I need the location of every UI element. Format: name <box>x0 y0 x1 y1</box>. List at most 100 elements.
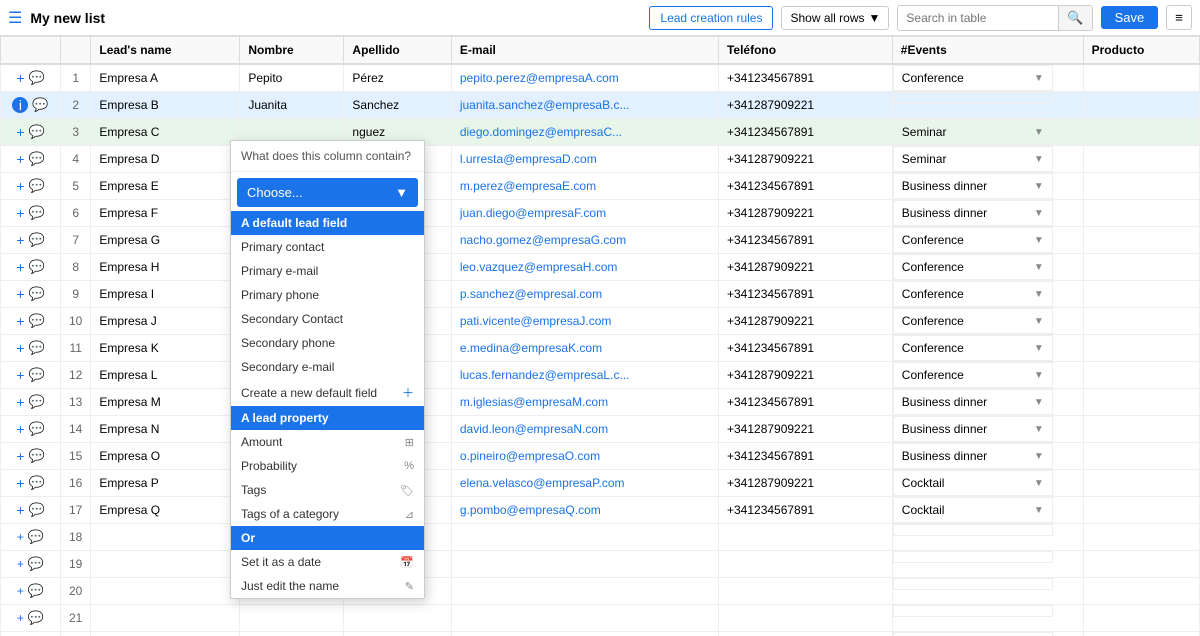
producto-cell[interactable] <box>1083 200 1199 227</box>
events-cell[interactable]: Conference▼ <box>893 254 1053 280</box>
email-cell[interactable]: pati.vicente@empresaJ.com <box>451 308 718 335</box>
producto-cell[interactable] <box>1083 605 1199 632</box>
telefono-cell[interactable]: +341287909221 <box>718 146 892 173</box>
info-icon[interactable]: i <box>12 97 28 113</box>
dropdown-arrow-icon[interactable]: ▼ <box>1034 451 1044 462</box>
telefono-cell[interactable]: +341287909221 <box>718 362 892 389</box>
email-cell[interactable]: nacho.gomez@empresaG.com <box>451 227 718 254</box>
lead-name-cell[interactable] <box>91 524 240 551</box>
chat-icon[interactable]: 💬 <box>29 124 45 140</box>
producto-cell[interactable] <box>1083 308 1199 335</box>
chat-icon[interactable]: 💬 <box>29 70 45 86</box>
telefono-cell[interactable]: +341287909221 <box>718 416 892 443</box>
events-cell[interactable]: Cocktail▼ <box>893 497 1053 523</box>
dropdown-arrow-icon[interactable]: ▼ <box>1034 316 1044 327</box>
chat-icon[interactable]: 💬 <box>28 556 44 572</box>
lead-name-cell[interactable] <box>91 551 240 578</box>
lead-name-cell[interactable] <box>91 632 240 636</box>
chat-icon[interactable]: 💬 <box>32 97 48 113</box>
dropdown-arrow-icon[interactable]: ▼ <box>1034 73 1044 84</box>
add-icon[interactable]: + <box>17 557 24 571</box>
producto-cell[interactable] <box>1083 281 1199 308</box>
email-cell[interactable]: pepito.perez@empresaA.com <box>451 64 718 92</box>
producto-cell[interactable] <box>1083 254 1199 281</box>
events-cell[interactable]: Conference▼ <box>893 335 1053 361</box>
add-icon[interactable]: + <box>17 584 24 598</box>
telefono-cell[interactable]: +341234567891 <box>718 497 892 524</box>
chat-icon[interactable]: 💬 <box>28 610 44 626</box>
producto-cell[interactable] <box>1083 362 1199 389</box>
email-cell[interactable]: g.pombo@empresaQ.com <box>451 497 718 524</box>
email-cell[interactable]: juanita.sanchez@empresaB.c... <box>451 92 718 119</box>
events-cell[interactable]: Conference▼ <box>893 65 1053 91</box>
chat-icon[interactable]: 💬 <box>28 529 44 545</box>
events-cell[interactable]: Business dinner▼ <box>893 443 1053 469</box>
producto-cell[interactable] <box>1083 416 1199 443</box>
producto-cell[interactable] <box>1083 443 1199 470</box>
dropdown-arrow-icon[interactable]: ▼ <box>1034 505 1044 516</box>
chat-icon[interactable]: 💬 <box>29 394 45 410</box>
telefono-cell[interactable] <box>718 524 892 551</box>
lead-name-cell[interactable]: Empresa G <box>91 227 240 254</box>
chat-icon[interactable]: 💬 <box>29 313 45 329</box>
lead-rules-button[interactable]: Lead creation rules <box>649 6 773 30</box>
chat-icon[interactable]: 💬 <box>29 448 45 464</box>
events-cell[interactable]: Conference▼ <box>893 227 1053 253</box>
add-icon[interactable]: + <box>16 367 24 383</box>
add-icon[interactable]: + <box>17 530 24 544</box>
events-cell[interactable]: Conference▼ <box>893 362 1053 388</box>
email-cell[interactable] <box>451 524 718 551</box>
create-new-field-item[interactable]: Create a new default field ＋ <box>231 379 424 406</box>
chat-icon[interactable]: 💬 <box>29 475 45 491</box>
dropdown-arrow-icon[interactable]: ▼ <box>1034 127 1044 138</box>
nombre-cell[interactable] <box>240 605 344 632</box>
add-icon[interactable]: + <box>16 232 24 248</box>
email-cell[interactable] <box>451 551 718 578</box>
apellido-cell[interactable] <box>344 605 451 632</box>
dropdown-item-secondary-phone[interactable]: Secondary phone <box>231 331 424 355</box>
telefono-cell[interactable]: +341234567891 <box>718 389 892 416</box>
email-cell[interactable]: l.urresta@empresaD.com <box>451 146 718 173</box>
events-cell[interactable]: Business dinner▼ <box>893 416 1053 442</box>
lead-name-cell[interactable]: Empresa N <box>91 416 240 443</box>
chat-icon[interactable]: 💬 <box>29 502 45 518</box>
events-cell[interactable]: Conference▼ <box>893 308 1053 334</box>
lead-name-cell[interactable] <box>91 578 240 605</box>
telefono-cell[interactable]: +341287909221 <box>718 308 892 335</box>
telefono-cell[interactable]: +341234567891 <box>718 335 892 362</box>
telefono-cell[interactable]: +341234567891 <box>718 443 892 470</box>
apellido-cell[interactable] <box>344 632 451 636</box>
producto-cell[interactable] <box>1083 389 1199 416</box>
events-cell[interactable] <box>893 92 1053 104</box>
show-all-button[interactable]: Show all rows ▼ <box>781 6 889 30</box>
dropdown-arrow-icon[interactable]: ▼ <box>1034 289 1044 300</box>
events-cell[interactable] <box>893 632 1053 636</box>
add-icon[interactable]: + <box>16 313 24 329</box>
chat-icon[interactable]: 💬 <box>29 151 45 167</box>
email-cell[interactable]: e.medina@empresaK.com <box>451 335 718 362</box>
producto-cell[interactable] <box>1083 119 1199 146</box>
producto-cell[interactable] <box>1083 578 1199 605</box>
producto-cell[interactable] <box>1083 470 1199 497</box>
add-icon[interactable]: + <box>16 340 24 356</box>
dropdown-arrow-icon[interactable]: ▼ <box>1034 343 1044 354</box>
telefono-cell[interactable]: +341234567891 <box>718 227 892 254</box>
add-icon[interactable]: + <box>16 286 24 302</box>
events-cell[interactable] <box>893 605 1053 617</box>
telefono-cell[interactable]: +341287909221 <box>718 92 892 119</box>
events-cell[interactable]: Business dinner▼ <box>893 389 1053 415</box>
add-icon[interactable]: + <box>16 421 24 437</box>
producto-cell[interactable] <box>1083 497 1199 524</box>
email-cell[interactable]: juan.diego@empresaF.com <box>451 200 718 227</box>
lead-name-cell[interactable]: Empresa B <box>91 92 240 119</box>
dropdown-item-primary-phone[interactable]: Primary phone <box>231 283 424 307</box>
producto-cell[interactable] <box>1083 92 1199 119</box>
telefono-cell[interactable] <box>718 578 892 605</box>
events-cell[interactable]: Seminar▼ <box>893 146 1053 172</box>
dropdown-arrow-icon[interactable]: ▼ <box>1034 235 1044 246</box>
add-icon[interactable]: + <box>16 205 24 221</box>
dropdown-item-secondary-email[interactable]: Secondary e-mail <box>231 355 424 379</box>
dropdown-item-set-date[interactable]: Set it as a date 📅 <box>231 550 424 574</box>
email-cell[interactable]: leo.vazquez@empresaH.com <box>451 254 718 281</box>
email-cell[interactable]: diego.domingez@empresaC... <box>451 119 718 146</box>
